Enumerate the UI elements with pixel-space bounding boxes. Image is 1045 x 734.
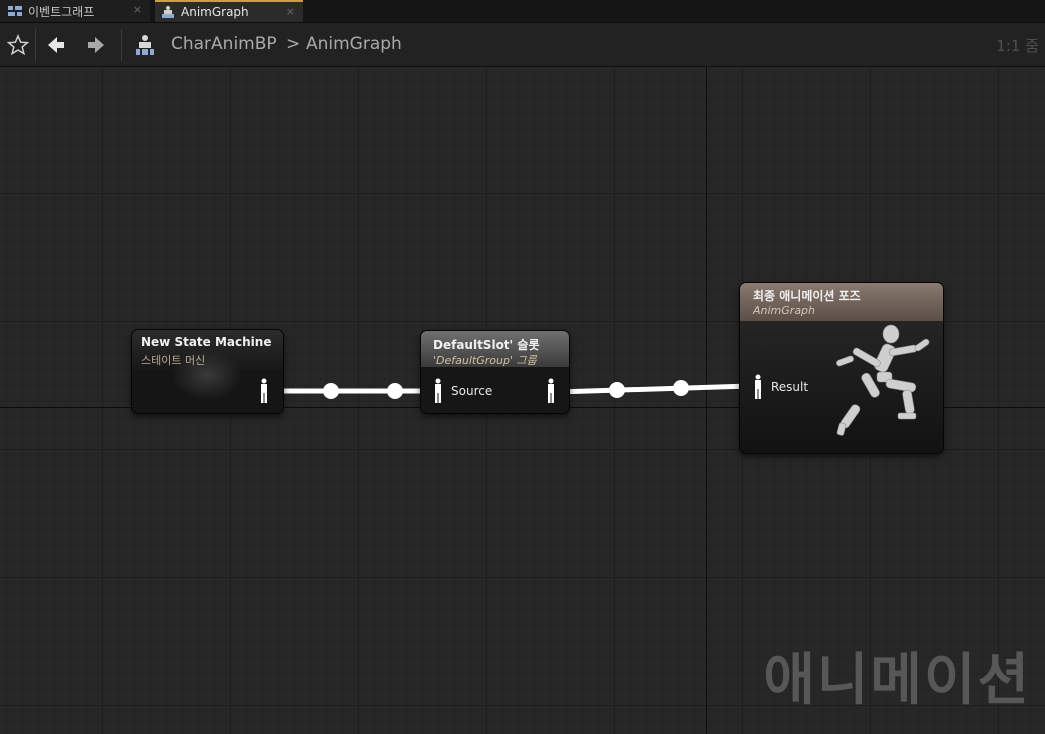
node-title: New State Machine	[141, 335, 272, 349]
node-subtitle: 'DefaultGroup' 그룹	[433, 354, 537, 367]
toolbar-divider	[35, 29, 36, 61]
toolbar-divider	[121, 29, 122, 61]
pose-output-pin-icon[interactable]	[546, 378, 556, 404]
reroute-knot	[387, 383, 403, 399]
reroute-knot	[673, 380, 689, 396]
final-pose-node[interactable]: 최종 애니메이션 포즈 AnimGraph Result	[740, 283, 943, 453]
tab-label: 이벤트그래프	[28, 4, 95, 19]
breadcrumb-current: AnimGraph	[306, 34, 402, 54]
node-title: 최종 애니메이션 포즈	[753, 289, 861, 303]
state-machine-node[interactable]: New State Machine 스테이트 머신	[132, 330, 283, 413]
arrow-left-icon	[48, 37, 64, 53]
breadcrumb-root[interactable]: CharAnimBP	[171, 34, 277, 54]
slot-node[interactable]: DefaultSlot' 슬롯 'DefaultGroup' 그룹 Source	[421, 331, 569, 413]
zoom-level: 1:1 줌	[996, 37, 1039, 55]
anim-blueprint-icon	[136, 35, 154, 55]
pose-input-pin-icon[interactable]	[433, 378, 443, 404]
graph-type-watermark: 애니메이션	[763, 648, 1031, 713]
favorite-button[interactable]	[4, 29, 32, 61]
star-icon	[7, 34, 29, 56]
tab-anim-graph[interactable]: AnimGraph ×	[155, 0, 303, 22]
close-icon[interactable]: ×	[286, 5, 295, 18]
forward-button[interactable]	[82, 29, 110, 61]
tab-label: AnimGraph	[181, 5, 249, 19]
tab-bar: 이벤트그래프 × AnimGraph ×	[0, 0, 1045, 23]
reroute-knot	[609, 382, 625, 398]
anim-graph-icon	[161, 6, 175, 18]
anim-blueprint-icon-button	[132, 29, 158, 61]
event-graph-icon	[8, 5, 22, 17]
arrow-right-icon	[88, 37, 104, 53]
graph-canvas[interactable]: New State Machine 스테이트 머신 DefaultSlot' 슬…	[0, 67, 1045, 734]
running-mannequin-icon	[836, 324, 930, 436]
tab-event-graph[interactable]: 이벤트그래프 ×	[0, 0, 150, 22]
node-subtitle: AnimGraph	[753, 304, 816, 317]
breadcrumb-separator: >	[286, 34, 301, 54]
node-subtitle: 스테이트 머신	[141, 354, 206, 367]
close-icon[interactable]: ×	[133, 3, 142, 16]
node-title: DefaultSlot' 슬롯	[433, 338, 540, 352]
result-pin-label: Result	[771, 380, 809, 394]
back-button[interactable]	[42, 29, 70, 61]
source-pin-label: Source	[451, 384, 493, 398]
pose-output-pin-icon[interactable]	[259, 378, 269, 404]
wire-slot-to-output	[556, 383, 751, 395]
pose-input-pin-icon[interactable]	[753, 374, 763, 400]
reroute-knot	[323, 383, 339, 399]
graph-toolbar: CharAnimBP > AnimGraph 1:1 줌	[0, 23, 1045, 67]
